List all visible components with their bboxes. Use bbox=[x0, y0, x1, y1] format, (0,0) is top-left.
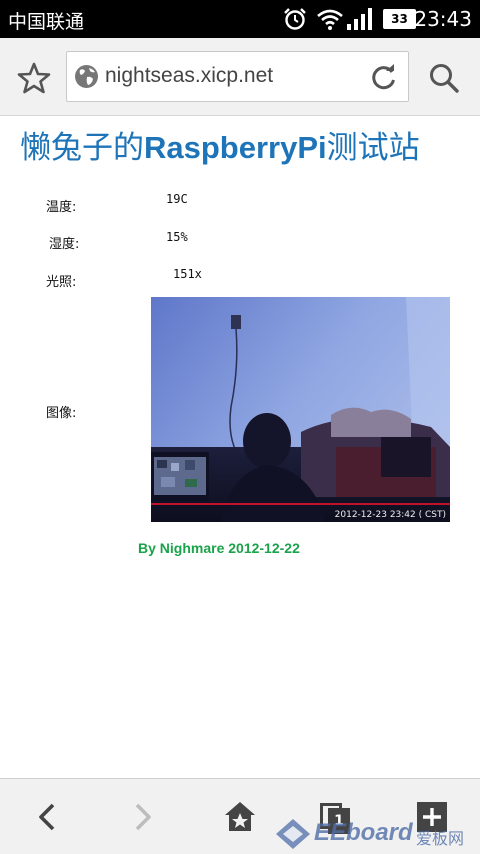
temperature-value: 19C bbox=[166, 192, 188, 206]
page-title: 懒兔子的RaspberryPi测试站 bbox=[20, 122, 420, 167]
back-icon[interactable] bbox=[30, 799, 66, 835]
web-page: 懒兔子的RaspberryPi测试站 温度: 19C 湿度: 15% 光照: 1… bbox=[0, 116, 480, 778]
url-text: nightseas.xicp.net bbox=[105, 64, 274, 87]
watermark-brand: EEboard bbox=[314, 819, 413, 846]
star-icon[interactable] bbox=[16, 60, 52, 96]
title-bold: RaspberryPi bbox=[144, 130, 327, 165]
camera-image: 2012-12-23 23:42 ( CST) bbox=[151, 297, 450, 522]
browser-toolbar: nightseas.xicp.net bbox=[0, 38, 480, 116]
forward-icon[interactable] bbox=[124, 799, 160, 835]
watermark-cn: 爱板网 bbox=[416, 829, 465, 848]
globe-icon bbox=[75, 65, 98, 88]
camera-timestamp: 2012-12-23 23:42 ( CST) bbox=[334, 510, 446, 520]
url-bar[interactable]: nightseas.xicp.net bbox=[66, 51, 409, 102]
title-prefix: 懒兔子的 bbox=[20, 130, 144, 166]
signal-icon bbox=[347, 8, 372, 30]
image-label: 图像: bbox=[46, 406, 77, 421]
watermark-logo bbox=[276, 819, 310, 849]
light-label: 光照: bbox=[46, 275, 77, 290]
temperature-label: 温度: bbox=[46, 200, 77, 215]
carrier-name: 中国联通 bbox=[8, 11, 85, 33]
watermark: EEboard 爱板网 bbox=[274, 817, 474, 851]
battery-level: 33 bbox=[391, 12, 408, 26]
status-bar: 中国联通 33 23:43 bbox=[0, 0, 480, 38]
camera-snapshot bbox=[151, 297, 450, 522]
search-icon[interactable] bbox=[428, 62, 460, 94]
alarm-icon bbox=[284, 8, 306, 30]
battery-icon: 33 bbox=[383, 9, 416, 29]
light-value: 151x bbox=[173, 267, 202, 281]
clock: 23:43 bbox=[414, 7, 472, 31]
home-icon[interactable] bbox=[222, 799, 258, 835]
footer-credit: By Nighmare 2012-12-22 bbox=[138, 540, 300, 556]
reload-icon[interactable] bbox=[370, 63, 398, 91]
humidity-label: 湿度: bbox=[49, 237, 80, 252]
title-suffix: 测试站 bbox=[326, 130, 420, 166]
wifi-icon bbox=[317, 9, 343, 30]
humidity-value: 15% bbox=[166, 230, 188, 244]
